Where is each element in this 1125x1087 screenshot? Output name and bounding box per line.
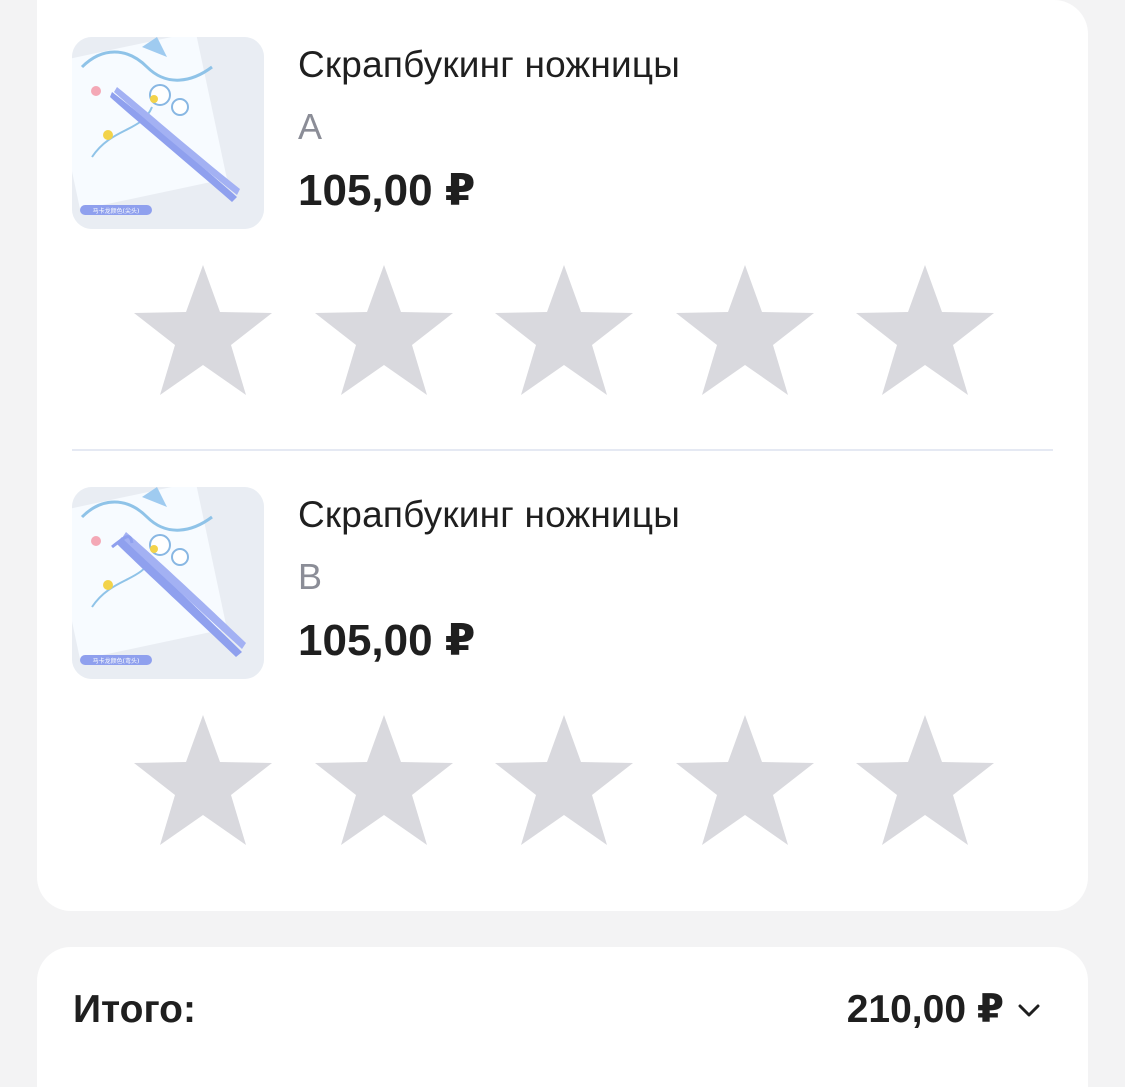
- star-icon[interactable]: [856, 265, 994, 395]
- total-toggle[interactable]: 210,00 ₽: [847, 988, 1044, 1032]
- order-summary-card: Итого: 210,00 ₽: [37, 947, 1088, 1087]
- star-icon[interactable]: [675, 715, 814, 845]
- rating-stars: [134, 265, 994, 395]
- star-icon[interactable]: [314, 715, 453, 845]
- product-variant: A: [298, 106, 323, 147]
- tweezers-product-photo: 马卡龙颜色(弯头): [72, 487, 264, 679]
- product-title: Скрапбукинг ножницы: [298, 494, 681, 535]
- total-value: 210,00 ₽: [846, 988, 1004, 1031]
- chevron-down-icon[interactable]: [1014, 995, 1044, 1025]
- product-title: Скрапбукинг ножницы: [298, 44, 681, 85]
- star-icon[interactable]: [856, 715, 994, 845]
- product-image[interactable]: 马卡龙颜色(尖头): [72, 37, 264, 229]
- order-item: 马卡龙颜色(弯头) Скрапбукинг ножницы B 105,00 ₽: [72, 487, 1053, 867]
- rating-stars: [134, 715, 994, 845]
- items-divider: [72, 449, 1053, 451]
- tweezers-product-photo: 马卡龙颜色(尖头): [72, 37, 264, 229]
- product-price: 105,00 ₽: [298, 166, 476, 215]
- total-label: Итого:: [73, 988, 196, 1031]
- order-items-card: 马卡龙颜色(尖头) Скрапбукинг ножницы A 105,00 ₽: [37, 0, 1088, 911]
- star-icon[interactable]: [134, 265, 272, 395]
- image-caption: 马卡龙颜色(尖头): [93, 207, 140, 215]
- product-image[interactable]: 马卡龙颜色(弯头): [72, 487, 264, 679]
- star-icon[interactable]: [675, 265, 814, 395]
- star-icon[interactable]: [495, 715, 633, 845]
- order-item: 马卡龙颜色(尖头) Скрапбукинг ножницы A 105,00 ₽: [72, 37, 1053, 417]
- image-caption: 马卡龙颜色(弯头): [93, 657, 140, 665]
- product-variant: B: [298, 556, 323, 597]
- star-icon[interactable]: [495, 265, 633, 395]
- star-icon[interactable]: [134, 715, 272, 845]
- product-price: 105,00 ₽: [298, 616, 476, 665]
- star-icon[interactable]: [314, 265, 453, 395]
